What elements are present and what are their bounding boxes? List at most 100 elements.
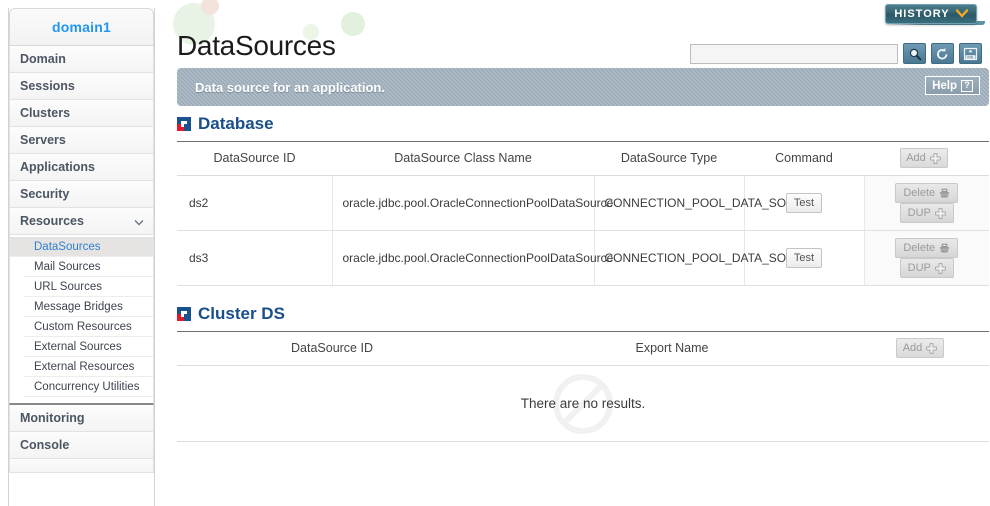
column-header-datasource-id: DataSource ID [177,331,487,366]
section-marker-icon [177,117,191,131]
cell-actions: Delete DUP [864,175,989,231]
test-button[interactable]: Test [785,248,823,268]
plus-icon [935,262,946,274]
table-header-row: DataSource ID DataSource Class Name Data… [177,141,989,176]
question-mark-icon: ? [961,79,973,92]
column-header-actions: Add [857,331,989,366]
cell-datasource-id: ds3 [177,230,333,286]
sidebar-item-label: Resources [20,214,84,228]
main-content: DataSources HISTORY XML Data source for … [163,0,990,506]
add-label: Add [906,152,926,164]
sidebar: domain1 Domain Sessions Clusters Servers… [8,8,155,506]
column-header-class-name: DataSource Class Name [332,141,594,176]
add-button[interactable]: Add [899,148,948,168]
add-button[interactable]: Add [896,338,944,358]
chevron-down-icon [134,217,144,226]
info-banner: Data source for an application. [177,68,989,106]
delete-label: Delete [903,186,936,199]
sidebar-item-label: Servers [20,133,66,147]
column-header-datasource-id: DataSource ID [177,141,332,176]
sidebar-item-clusters[interactable]: Clusters [9,100,154,127]
empty-state: There are no results. [177,366,989,442]
cell-datasource-type: CONNECTION_POOL_DATA_SOURCE [594,175,820,231]
plus-icon [926,342,937,354]
cell-actions: Delete DUP [864,230,989,286]
sidebar-subitem-label: Concurrency Utilities [34,380,140,393]
sidebar-item-applications[interactable]: Applications [9,154,154,181]
xml-upload-icon: XML [963,47,978,60]
search-button[interactable] [903,43,926,64]
application-window: domain1 Domain Sessions Clusters Servers… [0,0,990,506]
table-row: ds2 oracle.jdbc.pool.OracleConnectionPoo… [177,175,989,231]
sidebar-subitem-label: Mail Sources [34,260,101,273]
search-icon [909,48,921,60]
section-title: Cluster DS [198,304,285,323]
sidebar-item-label: Sessions [20,79,75,93]
plus-icon [930,152,941,164]
plus-icon [935,207,946,219]
reload-icon [937,47,948,59]
test-button[interactable]: Test [785,193,823,213]
database-section-heading: Database [177,114,990,134]
section-title: Database [198,114,274,133]
table-row: ds3 oracle.jdbc.pool.OracleConnectionPoo… [177,230,989,286]
search-toolbar: XML [690,43,982,64]
duplicate-button[interactable]: DUP [899,258,954,278]
cell-datasource-type: CONNECTION_POOL_DATA_SOURCE [594,230,820,286]
sidebar-item-custom-resources[interactable]: Custom Resources [24,317,153,337]
sidebar-subitem-label: URL Sources [34,280,102,293]
sidebar-item-label: Console [20,438,70,452]
sidebar-item-datasources[interactable]: DataSources [10,237,153,257]
sidebar-item-label: Applications [20,160,96,174]
section-marker-icon [177,307,191,321]
sidebar-subitem-label: DataSources [34,240,101,253]
cell-class-name: oracle.jdbc.pool.OracleConnectionPoolDat… [332,230,613,286]
chevron-down-icon [954,5,969,23]
help-label: Help [932,79,957,92]
sidebar-item-url-sources[interactable]: URL Sources [24,277,153,297]
cluster-ds-section-heading: Cluster DS [177,304,990,324]
cell-class-name: oracle.jdbc.pool.OracleConnectionPoolDat… [332,175,613,231]
sidebar-subitem-label: Message Bridges [34,300,123,313]
sidebar-item-label: Clusters [20,106,71,120]
table-header-row: DataSource ID Export Name Add [177,331,989,366]
reload-button[interactable] [931,43,954,64]
history-label: HISTORY [894,8,950,20]
cluster-ds-table: DataSource ID Export Name Add [177,331,989,366]
help-button[interactable]: Help ? [925,76,980,95]
sidebar-item-console[interactable]: Console [9,432,154,459]
delete-button[interactable]: Delete [895,183,959,203]
sidebar-item-message-bridges[interactable]: Message Bridges [24,297,153,317]
trash-icon [940,243,950,252]
sidebar-item-monitoring[interactable]: Monitoring [9,405,154,432]
search-input[interactable] [690,43,898,64]
sidebar-item-concurrency-utilities[interactable]: Concurrency Utilities [24,377,153,397]
history-button[interactable]: HISTORY [885,4,977,24]
page-title: DataSources [177,29,336,61]
xml-export-button[interactable]: XML [959,43,982,64]
sidebar-subitem-label: External Resources [34,360,135,373]
sidebar-item-servers[interactable]: Servers [9,127,154,154]
domain-selector[interactable]: domain1 [9,8,154,46]
add-label: Add [902,342,923,354]
info-message: Data source for an application. [195,79,385,95]
decorative-blob [201,0,219,15]
trash-icon [940,188,950,197]
sidebar-item-domain[interactable]: Domain [9,46,154,73]
dup-label: DUP [907,206,931,219]
sidebar-item-security[interactable]: Security [9,181,154,208]
empty-state-message: There are no results. [520,396,646,411]
sidebar-item-external-resources[interactable]: External Resources [24,357,153,377]
sidebar-item-external-sources[interactable]: External Sources [24,337,153,357]
sidebar-item-mail-sources[interactable]: Mail Sources [24,257,153,277]
column-header-command: Command [744,141,864,176]
sidebar-item-resources[interactable]: Resources [9,208,154,235]
dup-label: DUP [907,261,931,274]
svg-text:XML: XML [967,55,974,59]
database-table: DataSource ID DataSource Class Name Data… [177,141,989,286]
duplicate-button[interactable]: DUP [899,203,954,223]
delete-button[interactable]: Delete [895,238,959,258]
sidebar-item-sessions[interactable]: Sessions [9,73,154,100]
sidebar-subnav-resources: DataSources Mail Sources URL Sources Mes… [9,235,154,405]
sidebar-filler [9,459,154,473]
